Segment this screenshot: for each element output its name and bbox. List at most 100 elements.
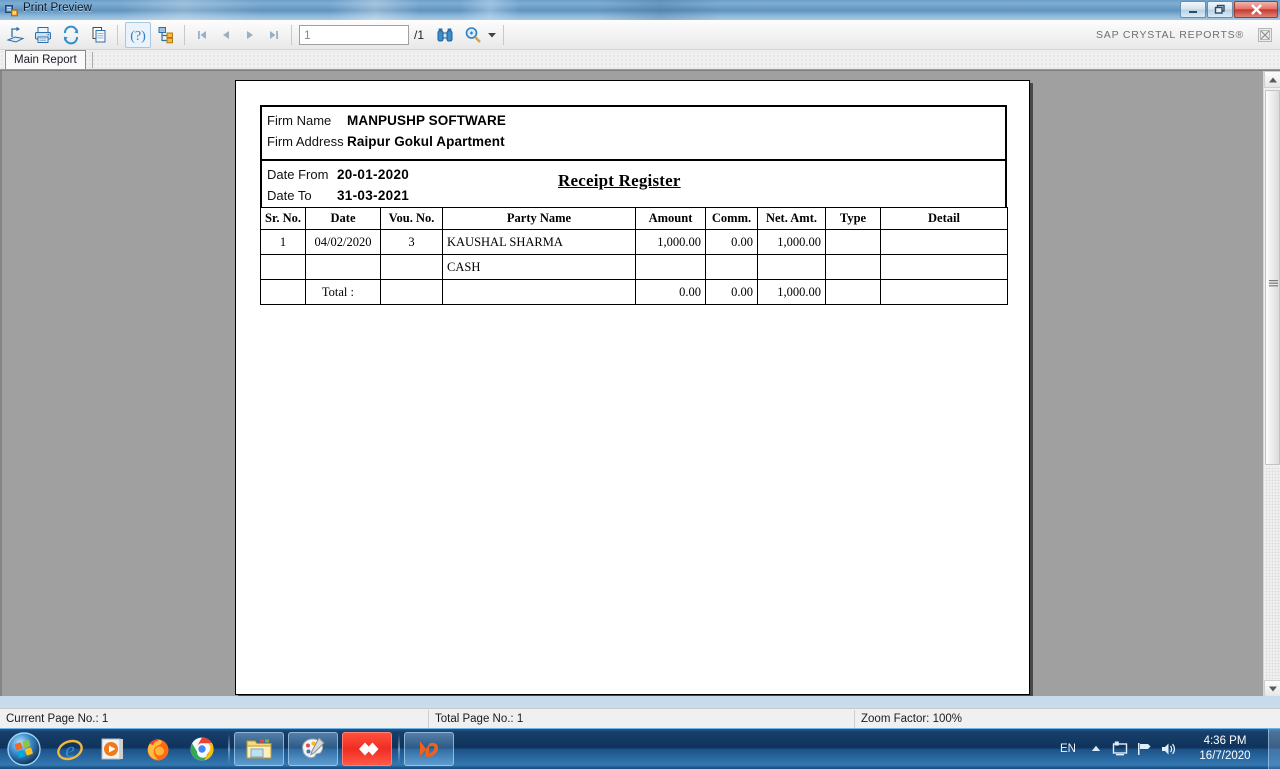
file-explorer-icon xyxy=(246,739,272,758)
action-center-icon xyxy=(1112,741,1128,755)
column-header-amount: Amount xyxy=(635,207,706,230)
print-preview-window: Print Preview (?) 1 /1 SAP CRYSTAL REPOR… xyxy=(0,0,1280,728)
column-header-type: Type xyxy=(825,207,881,230)
cell-sr-no xyxy=(260,254,306,280)
print-button[interactable] xyxy=(30,22,56,48)
cell-sr-no: 1 xyxy=(260,229,306,255)
taskbar-paint[interactable] xyxy=(288,731,338,766)
report-title: Receipt Register xyxy=(558,171,681,190)
firefox-icon xyxy=(147,739,169,760)
network-icon xyxy=(1138,742,1151,755)
clock-time: 4:36 PM xyxy=(1203,734,1247,747)
last-page-button[interactable] xyxy=(262,23,286,47)
binoculars-search-icon xyxy=(437,28,453,41)
show-desktop-button[interactable] xyxy=(1268,728,1280,769)
export-button[interactable] xyxy=(2,22,28,48)
chevron-up-icon xyxy=(1091,745,1101,751)
column-header-detail: Detail xyxy=(880,207,1008,230)
start-button[interactable] xyxy=(2,730,46,768)
cell-party-name xyxy=(442,279,636,305)
help-button[interactable]: (?) xyxy=(125,21,151,48)
scroll-down-button[interactable] xyxy=(1264,680,1280,696)
group-tree-button[interactable] xyxy=(153,22,179,48)
overflow-icon xyxy=(1260,30,1270,40)
internet-explorer-icon: e xyxy=(57,737,83,762)
windows-media-player-icon xyxy=(101,738,123,759)
report-page: Firm Name MANPUSHP SOFTWARE Firm Address… xyxy=(235,80,1030,695)
minimize-button[interactable] xyxy=(1180,1,1206,18)
window-controls xyxy=(1180,1,1278,18)
titlebar-glass-highlight-2 xyxy=(330,0,420,20)
column-header-net-amt: Net. Amt. xyxy=(757,207,826,230)
taskbar-divider-2 xyxy=(398,733,400,764)
tray-language[interactable]: EN xyxy=(1060,743,1076,755)
table-row: CASH xyxy=(260,254,1008,280)
taskbar-windows-media-player[interactable] xyxy=(94,732,134,766)
taskbar-clock[interactable]: 4:36 PM 16/7/2020 xyxy=(1186,734,1264,764)
titlebar-glass-shadow xyxy=(600,0,720,20)
cell-total-amount: 0.00 xyxy=(635,279,706,305)
scrollbar-track[interactable] xyxy=(1265,467,1280,679)
copy-button[interactable] xyxy=(86,22,112,48)
tab-main-report[interactable]: Main Report xyxy=(5,50,86,69)
clock-date: 16/7/2020 xyxy=(1199,749,1251,762)
cell-detail xyxy=(880,229,1008,255)
volume-button[interactable] xyxy=(1156,734,1180,764)
taskbar-internet-explorer[interactable]: e xyxy=(50,732,90,766)
restore-button[interactable] xyxy=(1207,1,1233,18)
windows-start-icon xyxy=(7,731,41,766)
cell-comm xyxy=(705,254,758,280)
restore-icon xyxy=(1214,4,1225,14)
firm-address-label: Firm Address xyxy=(267,134,344,149)
window-title: Print Preview xyxy=(23,2,93,14)
search-button[interactable] xyxy=(432,22,458,48)
firm-address-row: Firm Address Raipur Gokul Apartment xyxy=(267,134,1005,155)
taskbar-red-app[interactable] xyxy=(342,731,392,766)
refresh-button[interactable] xyxy=(58,22,84,48)
page-total-label: /1 xyxy=(414,27,425,42)
page-number-input[interactable] xyxy=(299,24,409,45)
zoom-dropdown-button[interactable] xyxy=(486,32,498,38)
scrollbar-thumb[interactable] xyxy=(1265,90,1280,465)
taskbar-file-explorer[interactable] xyxy=(234,731,284,766)
cell-detail xyxy=(880,254,1008,280)
status-zoom-factor: Zoom Factor: 100% xyxy=(861,712,962,725)
window-title-bar[interactable]: Print Preview xyxy=(0,0,1280,20)
toolbar-overflow-button[interactable] xyxy=(1258,28,1272,42)
taskbar-firefox[interactable] xyxy=(138,732,178,766)
print-preview-toolbar: (?) 1 /1 SAP CRYSTAL REPORTS® xyxy=(0,20,1280,50)
refresh-icon xyxy=(63,25,79,44)
titlebar-glass-highlight-1 xyxy=(120,0,260,20)
cell-total-label: Total : xyxy=(305,279,381,305)
date-to-label: Date To xyxy=(267,188,312,203)
report-content: Firm Name MANPUSHP SOFTWARE Firm Address… xyxy=(260,105,1008,305)
taskbar-google-chrome[interactable] xyxy=(182,732,222,766)
zoom-button[interactable] xyxy=(460,22,486,48)
orange-m-app-icon xyxy=(420,740,438,757)
taskbar-divider xyxy=(228,733,230,764)
first-page-button[interactable] xyxy=(190,23,214,47)
system-tray: EN 4:36 PM 16/7/2020 xyxy=(1060,728,1280,769)
next-page-button[interactable] xyxy=(238,23,262,47)
column-header-comm: Comm. xyxy=(705,207,758,230)
report-tab-strip: Main Report xyxy=(0,50,1280,70)
last-page-icon xyxy=(270,30,278,39)
copy-icon xyxy=(92,26,106,42)
taskbar-orange-m-app[interactable] xyxy=(404,731,454,766)
scroll-up-button[interactable] xyxy=(1264,71,1280,88)
network-button[interactable] xyxy=(1132,734,1156,764)
toolbar-separator-1 xyxy=(117,24,118,45)
show-hidden-icons-button[interactable] xyxy=(1084,734,1108,764)
cell-vou-no xyxy=(380,279,443,305)
cell-sr-no xyxy=(260,279,306,305)
application-icon xyxy=(5,4,18,17)
column-header-party-name: Party Name xyxy=(442,207,636,230)
scrollbar-grip-icon xyxy=(1269,274,1278,287)
status-total-page: Total Page No.: 1 xyxy=(435,712,524,725)
previous-page-button[interactable] xyxy=(214,23,238,47)
date-to-value: 31-03-2021 xyxy=(337,188,410,203)
tab-strip-separator xyxy=(91,52,93,68)
close-button[interactable] xyxy=(1234,1,1278,18)
action-center-button[interactable] xyxy=(1108,734,1132,764)
preview-vertical-scrollbar[interactable] xyxy=(1263,71,1280,696)
